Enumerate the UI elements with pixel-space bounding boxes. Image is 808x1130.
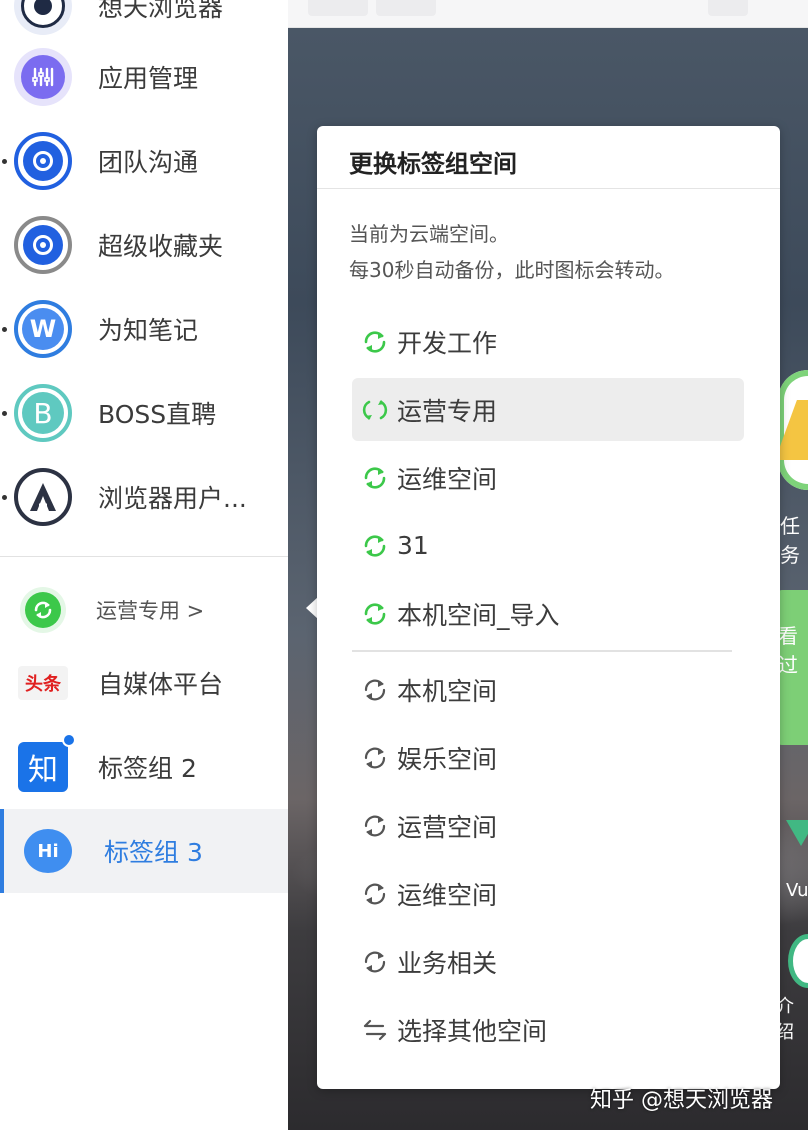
workspace-item[interactable]: 31 — [352, 514, 744, 577]
toolbar-button[interactable] — [376, 0, 436, 16]
workspace-label: 业务相关 — [397, 948, 498, 978]
cloud-sync-icon — [360, 327, 390, 357]
choose-other-space-label: 选择其他空间 — [397, 1016, 548, 1046]
app-management-icon — [14, 48, 72, 106]
sidebar-group-label: 标签组 3 — [104, 838, 203, 867]
sidebar-item-super-favorites[interactable]: 超级收藏夹 — [0, 203, 288, 287]
team-chat-icon — [14, 132, 72, 190]
unread-dot — [2, 494, 7, 500]
workspace-divider — [352, 650, 732, 652]
background-app-label: 任务 — [780, 514, 800, 567]
sidebar-group-3[interactable]: Hi 标签组 3 — [0, 809, 288, 893]
workspace-label: 31 — [397, 531, 429, 560]
workspace-item[interactable]: 娱乐空间 — [352, 726, 744, 789]
workspace-label: 娱乐空间 — [397, 744, 498, 774]
zhihu-icon: 知 — [18, 742, 68, 792]
workspace-popup: 更换标签组空间 当前为云端空间。 每30秒自动备份，此时图标会转动。 开发工作 … — [317, 126, 780, 1089]
popup-description: 当前为云端空间。 — [349, 222, 509, 246]
local-sync-icon — [360, 675, 390, 705]
super-favorites-icon — [14, 216, 72, 274]
workspace-label: 运维空间 — [397, 880, 498, 910]
sidebar-group-label: 标签组 2 — [98, 754, 197, 783]
background-green-card[interactable]: 看过 — [776, 590, 808, 745]
workspace-item[interactable]: 本机空间 — [352, 658, 744, 721]
cloud-sync-icon — [360, 599, 390, 629]
background-app-label: Vu — [786, 880, 808, 901]
cloud-sync-icon — [360, 395, 390, 425]
local-sync-icon — [360, 947, 390, 977]
browser-users-icon — [14, 468, 72, 526]
sidebar-item-app-management[interactable]: 应用管理 — [0, 35, 288, 119]
sidebar-item-label: 应用管理 — [98, 64, 199, 93]
workspace-label: 开发工作 — [397, 328, 498, 358]
sidebar-item-boss-zhipin[interactable]: B BOSS直聘 — [0, 371, 288, 455]
sidebar-item-label: 团队沟通 — [98, 148, 199, 177]
workspace-item[interactable]: 开发工作 — [352, 310, 744, 373]
background-card-label: 看过 — [778, 624, 798, 677]
hi-chat-icon: Hi — [24, 829, 72, 873]
sidebar: 想天浏览器 应用管理 团队沟通 超级收藏夹 W 为知笔记 B BOSS直聘 浏览… — [0, 0, 288, 1130]
workspace-item[interactable]: 运营空间 — [352, 794, 744, 857]
wiz-note-icon: W — [14, 300, 72, 358]
swap-arrows-icon — [360, 1015, 390, 1045]
background-app-label: 介绍 — [776, 996, 794, 1043]
background-app-icon[interactable] — [775, 370, 808, 490]
sidebar-item-label: 想天浏览器 — [98, 0, 224, 22]
sidebar-group-media[interactable]: 头条 自媒体平台 — [0, 641, 288, 725]
sidebar-item-label: 超级收藏夹 — [98, 232, 224, 261]
workspace-item[interactable]: 业务相关 — [352, 930, 744, 993]
sidebar-item-label: 浏览器用户... — [98, 484, 247, 513]
sidebar-item-browser-users[interactable]: 浏览器用户... — [0, 455, 288, 539]
unread-dot — [2, 326, 7, 332]
cloud-sync-icon — [360, 463, 390, 493]
local-sync-icon — [360, 743, 390, 773]
xiangtian-browser-icon — [14, 0, 72, 35]
workspace-label: 运营空间 — [397, 812, 498, 842]
workspace-label: 本机空间_导入 — [397, 600, 560, 630]
popup-title: 更换标签组空间 — [349, 150, 517, 178]
popup-description: 每30秒自动备份，此时图标会转动。 — [349, 258, 675, 282]
toolbar-button[interactable] — [708, 0, 748, 16]
workspace-switch-label: 运营专用 > — [96, 599, 205, 623]
sidebar-divider — [0, 556, 288, 557]
watermark: 知乎 @想天浏览器 — [590, 1088, 773, 1113]
workspace-label: 运维空间 — [397, 464, 498, 494]
workspace-item[interactable]: 本机空间_导入 — [352, 582, 744, 645]
toolbar-button[interactable] — [308, 0, 368, 16]
workspace-label: 运营专用 — [397, 396, 498, 426]
workspace-item[interactable]: 运维空间 — [352, 862, 744, 925]
notification-dot — [62, 733, 76, 747]
cloud-sync-icon — [360, 531, 390, 561]
unread-dot — [2, 158, 7, 164]
workspace-item[interactable]: 运维空间 — [352, 446, 744, 509]
sidebar-group-label: 自媒体平台 — [98, 670, 224, 699]
boss-zhipin-icon: B — [14, 384, 72, 442]
sidebar-item-team-chat[interactable]: 团队沟通 — [0, 119, 288, 203]
local-sync-icon — [360, 811, 390, 841]
local-sync-icon — [360, 879, 390, 909]
vue-logo-icon[interactable] — [786, 820, 808, 850]
sidebar-item-label: BOSS直聘 — [98, 400, 217, 429]
sidebar-item-wiz-note[interactable]: W 为知笔记 — [0, 287, 288, 371]
workspace-item[interactable]: 运营专用 — [352, 378, 744, 441]
sync-workspace-icon — [20, 587, 66, 633]
popup-divider — [317, 188, 780, 189]
sidebar-group-2[interactable]: 知 标签组 2 — [0, 725, 288, 809]
unread-dot — [2, 410, 7, 416]
toutiao-icon: 头条 — [18, 666, 68, 700]
workspace-label: 本机空间 — [397, 676, 498, 706]
choose-other-space-button[interactable]: 选择其他空间 — [352, 998, 744, 1061]
sidebar-item-label: 为知笔记 — [98, 316, 199, 345]
workspace-switch-button[interactable]: 运营专用 > — [0, 568, 288, 652]
browser-toolbar — [288, 0, 808, 28]
